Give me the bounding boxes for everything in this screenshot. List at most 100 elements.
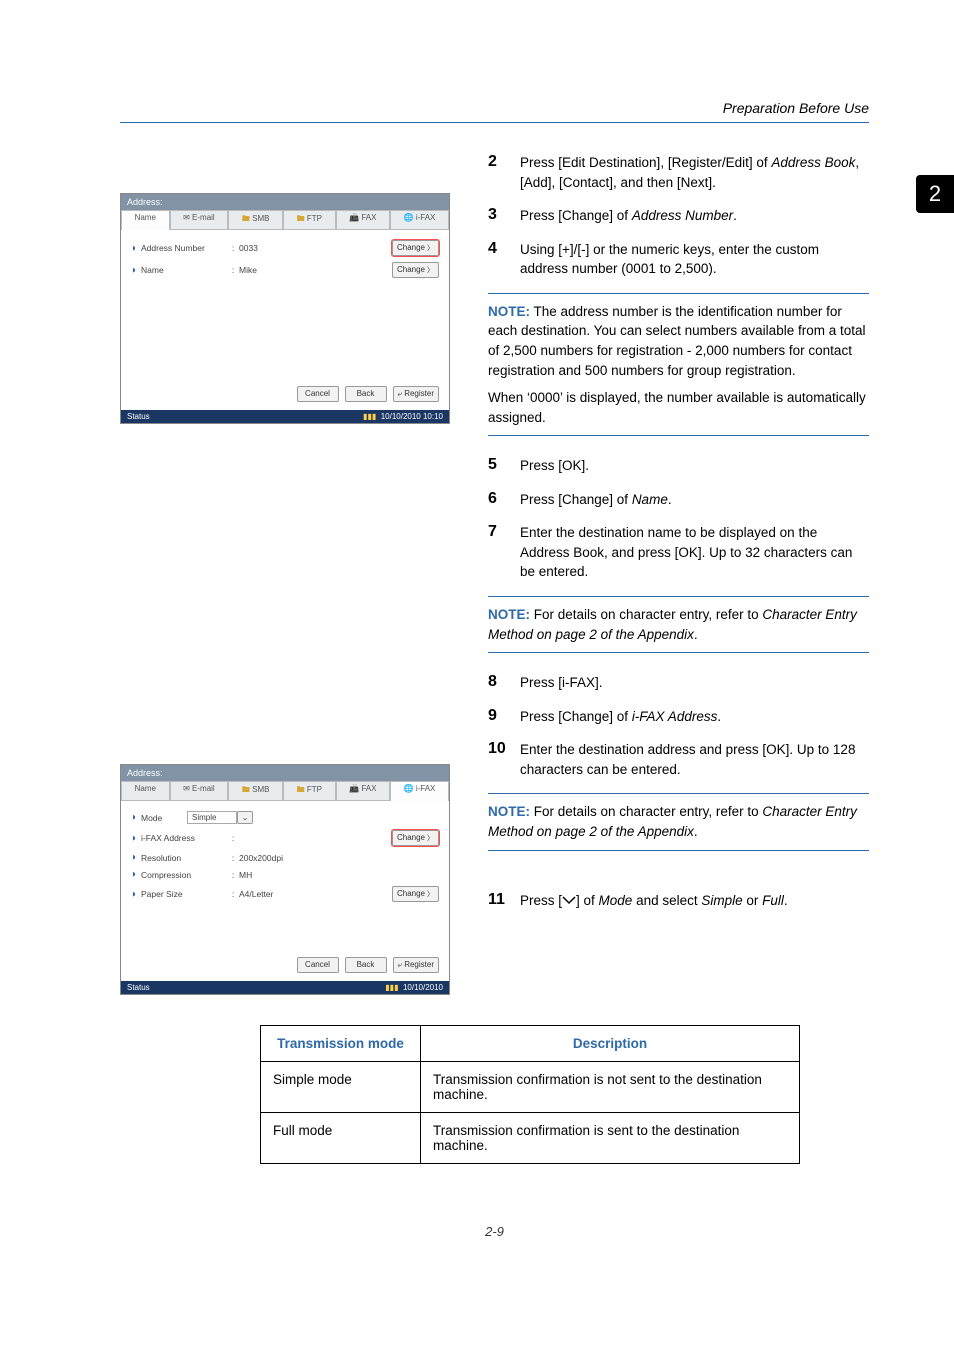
step-body: Press [] of Mode and select Simple or Fu… [520, 891, 788, 911]
step-body: Enter the destination address and press … [520, 740, 869, 779]
tab-ifax[interactable]: 🌐 i-FAX [390, 781, 449, 801]
colon: : [227, 870, 239, 880]
note-2: NOTE: For details on character entry, re… [488, 596, 869, 653]
row-value: 0033 [239, 243, 392, 253]
back-button[interactable]: Back [345, 386, 387, 402]
dialog-title: Address: [121, 765, 449, 781]
row-paper-size: ◗ Paper Size : A4/Letter Change〉 [131, 886, 439, 902]
step-6: 6 Press [Change] of Name. [488, 490, 869, 510]
note-body-pre: For details on character entry, refer to [530, 607, 762, 622]
change-button[interactable]: Change〉 [392, 262, 439, 278]
note-body: The address number is the identification… [488, 304, 866, 378]
arrow-icon: 〉 [427, 245, 434, 252]
mode-dropdown[interactable]: Simple [187, 811, 237, 824]
step-7: 7 Enter the destination name to be displ… [488, 523, 869, 582]
step-body: Press [Change] of Address Number. [520, 206, 737, 226]
page-number: 2-9 [120, 1224, 869, 1239]
tab-email[interactable]: ✉ E-mail [170, 781, 229, 801]
folder-icon: 🖿 [242, 214, 252, 223]
note-body-2: When ‘0000’ is displayed, the number ava… [488, 388, 869, 427]
dialog-body: ◗ Mode Simple ⌄ ◗ i-FAX Address : Change… [121, 801, 449, 951]
step-body: Press [Change] of Name. [520, 490, 672, 510]
colon: : [227, 853, 239, 863]
cancel-button[interactable]: Cancel [297, 957, 339, 973]
note-body-pre: For details on character entry, refer to [530, 804, 762, 819]
dialog-body: ◗ Address Number : 0033 Change〉 ◗ Name :… [121, 230, 449, 380]
fax-icon: 📠 [349, 213, 361, 222]
tab-smb[interactable]: 🖿 SMB [228, 781, 283, 801]
chevron-down-icon [562, 894, 576, 906]
tab-ftp[interactable]: 🖿 FTP [283, 781, 336, 801]
transmission-table: Transmission mode Description Simple mod… [260, 1025, 800, 1164]
arrow-icon: 〉 [427, 891, 434, 898]
table-header-mode: Transmission mode [261, 1026, 421, 1062]
status-right: ▮▮▮ 10/10/2010 10:10 [363, 412, 443, 421]
cell-mode: Simple mode [261, 1062, 421, 1113]
step-number: 2 [488, 153, 504, 192]
tab-name[interactable]: Name [121, 210, 170, 230]
dialog-tabs: Name ✉ E-mail 🖿 SMB 🖿 FTP 📠 FAX 🌐 i-FAX [121, 781, 449, 801]
row-label: Compression [141, 870, 227, 880]
step-number: 3 [488, 206, 504, 226]
step-number: 4 [488, 240, 504, 279]
change-button[interactable]: Change〉 [392, 240, 439, 256]
row-value: 200x200dpi [239, 853, 439, 863]
row-label: Address Number [141, 243, 227, 253]
table-row: Full mode Transmission confirmation is s… [261, 1113, 800, 1164]
left-column: Address: Name ✉ E-mail 🖿 SMB 🖿 FTP 📠 FAX… [120, 153, 460, 1015]
status-label[interactable]: Status [127, 412, 150, 421]
dialog-footer: Cancel Back ⤶ Register [121, 951, 449, 981]
bullet-icon: ◗ [131, 869, 141, 880]
tab-fax[interactable]: 📠 FAX [336, 210, 390, 230]
dropdown-toggle[interactable]: ⌄ [237, 811, 253, 824]
row-value: Mike [239, 265, 392, 275]
change-button[interactable]: Change〉 [392, 886, 439, 902]
register-button[interactable]: ⤶ Register [393, 386, 440, 402]
globe-icon: 🌐 [404, 784, 416, 793]
step-9: 9 Press [Change] of i-FAX Address. [488, 707, 869, 727]
tab-name[interactable]: Name [121, 781, 170, 801]
step-body: Using [+]/[-] or the numeric keys, enter… [520, 240, 869, 279]
page-header-section: Preparation Before Use [120, 100, 869, 116]
tab-fax[interactable]: 📠 FAX [336, 781, 390, 801]
step-number: 9 [488, 707, 504, 727]
status-label[interactable]: Status [127, 983, 150, 992]
step-5: 5 Press [OK]. [488, 456, 869, 476]
bullet-icon: ◗ [131, 243, 141, 254]
statusbar-icon: ▮▮▮ [385, 983, 398, 992]
status-bar: Status ▮▮▮ 10/10/2010 10:10 [121, 410, 449, 423]
step-11: 11 Press [] of Mode and select Simple or… [488, 891, 869, 911]
bullet-icon: ◗ [131, 889, 141, 900]
globe-icon: 🌐 [404, 213, 416, 222]
bullet-icon: ◗ [131, 265, 141, 276]
note-1: NOTE: The address number is the identifi… [488, 293, 869, 436]
step-body: Enter the destination name to be display… [520, 523, 869, 582]
row-resolution: ◗ Resolution : 200x200dpi [131, 852, 439, 863]
statusbar-icon: ▮▮▮ [363, 412, 376, 421]
right-column: 2 Press [Edit Destination], [Register/Ed… [488, 153, 869, 924]
cell-desc: Transmission confirmation is not sent to… [421, 1062, 800, 1113]
back-button[interactable]: Back [345, 957, 387, 973]
cancel-button[interactable]: Cancel [297, 386, 339, 402]
step-number: 6 [488, 490, 504, 510]
tab-smb[interactable]: 🖿 SMB [228, 210, 283, 230]
step-number: 11 [488, 891, 504, 911]
tab-ftp[interactable]: 🖿 FTP [283, 210, 336, 230]
bullet-icon: ◗ [131, 833, 141, 844]
change-button[interactable]: Change〉 [392, 830, 439, 846]
chevron-down-icon: ⌄ [242, 813, 249, 822]
dialog-tabs: Name ✉ E-mail 🖿 SMB 🖿 FTP 📠 FAX 🌐 i-FAX [121, 210, 449, 230]
row-mode: ◗ Mode Simple ⌄ [131, 811, 439, 824]
folder-icon: 🖿 [242, 785, 252, 794]
step-4: 4 Using [+]/[-] or the numeric keys, ent… [488, 240, 869, 279]
register-button[interactable]: ⤶ Register [393, 957, 440, 973]
step-8: 8 Press [i-FAX]. [488, 673, 869, 693]
row-ifax-address: ◗ i-FAX Address : Change〉 [131, 830, 439, 846]
step-body: Press [i-FAX]. [520, 673, 603, 693]
note-body-post: . [694, 627, 698, 642]
row-compression: ◗ Compression : MH [131, 869, 439, 880]
tab-email[interactable]: ✉ E-mail [170, 210, 229, 230]
tab-ifax[interactable]: 🌐 i-FAX [390, 210, 449, 230]
arrow-icon: 〉 [427, 835, 434, 842]
step-2: 2 Press [Edit Destination], [Register/Ed… [488, 153, 869, 192]
